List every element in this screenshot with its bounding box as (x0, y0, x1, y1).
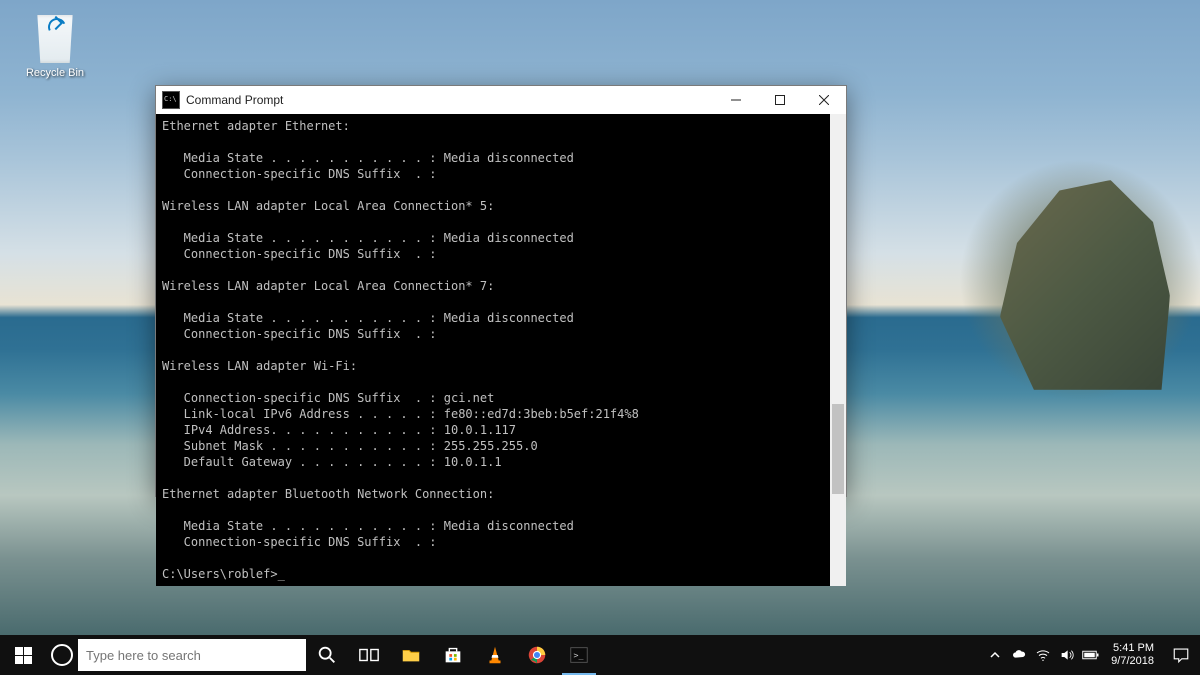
desktop[interactable]: Recycle Bin Command Prompt Ethernet adap… (0, 0, 1200, 635)
command-prompt-window[interactable]: Command Prompt Ethernet adapter Ethernet… (155, 85, 847, 497)
cmd-icon (162, 91, 180, 109)
clock-date: 9/7/2018 (1111, 655, 1154, 668)
wifi-icon[interactable] (1031, 635, 1055, 675)
recycle-bin-icon (34, 15, 76, 63)
clock[interactable]: 5:41 PM 9/7/2018 (1103, 642, 1162, 668)
svg-text:>_: >_ (574, 650, 584, 660)
microsoft-store-button[interactable] (432, 635, 474, 675)
tray-overflow-icon[interactable] (983, 635, 1007, 675)
start-button[interactable] (0, 635, 46, 675)
titlebar[interactable]: Command Prompt (156, 86, 846, 114)
minimize-button[interactable] (714, 86, 758, 114)
cortana-icon[interactable] (46, 639, 78, 671)
search-input[interactable] (78, 648, 306, 663)
vlc-button[interactable] (474, 635, 516, 675)
terminal-output[interactable]: Ethernet adapter Ethernet: Media State .… (156, 114, 830, 586)
recycle-bin[interactable]: Recycle Bin (20, 15, 90, 79)
windows-logo-icon (15, 647, 32, 664)
volume-icon[interactable] (1055, 635, 1079, 675)
window-title: Command Prompt (186, 93, 714, 107)
taskbar[interactable]: >_ 5:41 PM 9/7/2018 (0, 635, 1200, 675)
task-view-button[interactable] (348, 635, 390, 675)
scrollbar-thumb[interactable] (832, 404, 844, 494)
wallpaper-rock (1000, 180, 1170, 390)
close-button[interactable] (802, 86, 846, 114)
onedrive-icon[interactable] (1007, 635, 1031, 675)
file-explorer-button[interactable] (390, 635, 432, 675)
battery-icon[interactable] (1079, 635, 1103, 675)
command-prompt-taskbar-button[interactable]: >_ (558, 635, 600, 675)
search-box[interactable] (46, 639, 306, 671)
chrome-button[interactable] (516, 635, 558, 675)
scrollbar[interactable] (830, 114, 846, 586)
clock-time: 5:41 PM (1111, 642, 1154, 655)
action-center-button[interactable] (1162, 635, 1200, 675)
search-icon-button[interactable] (306, 635, 348, 675)
system-tray[interactable]: 5:41 PM 9/7/2018 (983, 635, 1200, 675)
recycle-bin-label: Recycle Bin (20, 67, 90, 79)
maximize-button[interactable] (758, 86, 802, 114)
